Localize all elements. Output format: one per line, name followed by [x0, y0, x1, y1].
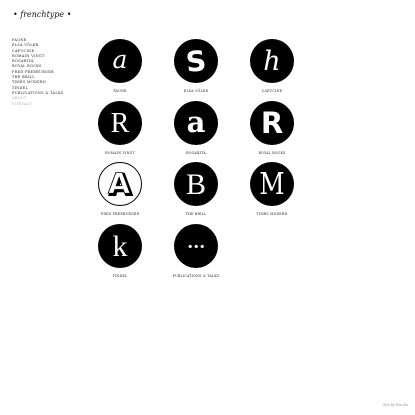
typeface-tile-faune[interactable]: a Faune: [90, 39, 150, 93]
rogarita-a-icon: a: [174, 101, 218, 145]
glyph-text: a: [113, 45, 128, 74]
typeface-caption: Romain Vingt: [105, 151, 135, 155]
typeface-caption: Rogarità: [186, 151, 206, 155]
glyph-text: R: [111, 108, 130, 139]
glyph-text: R: [261, 106, 283, 140]
royal-rocks-r-icon: R: [250, 101, 294, 145]
glyph-text: a: [187, 105, 206, 139]
typeface-tile-rogarita[interactable]: a Rogarità: [166, 101, 226, 155]
typeface-caption: Tindel: [112, 274, 128, 278]
typeface-caption: Fred Freeburger: [100, 212, 140, 216]
site-credit[interactable]: Site by Bla bla: [383, 403, 408, 407]
glyph-text: k: [113, 230, 128, 263]
tindel-k-icon: k: [98, 224, 142, 268]
glyph-text: h: [263, 46, 280, 77]
typeface-tile-the-brill[interactable]: B The Brill: [166, 162, 226, 216]
capucine-h-icon: h: [250, 39, 294, 83]
glyph-text: A: [108, 167, 131, 201]
glyph-text: •••: [187, 241, 205, 254]
ellipsis-icon: •••: [174, 224, 218, 268]
faune-a-icon: a: [98, 39, 142, 83]
typeface-tile-publications-talks[interactable]: ••• Publications & Talks: [166, 224, 226, 278]
site-logo[interactable]: • frenchtype •: [13, 10, 71, 19]
typeface-caption: Capucine: [261, 89, 283, 93]
sidebar-nav: Faune Elsa Völkr Capucine Romain Vingt R…: [12, 38, 64, 107]
typeface-tile-tindel[interactable]: k Tindel: [90, 224, 150, 278]
typeface-caption: Faune: [113, 89, 127, 93]
typeface-caption: Elsa Völkr: [183, 89, 209, 93]
fred-freeburger-a-icon: A A: [98, 162, 142, 206]
romain-vingt-r-icon: R: [98, 101, 142, 145]
typeface-caption: Royal Rocks: [258, 151, 286, 155]
the-brill-b-icon: B: [174, 162, 218, 206]
typeface-caption: Publications & Talks: [172, 274, 220, 278]
sidebar-item-contact[interactable]: Contact: [12, 102, 64, 107]
typeface-tile-royal-rocks[interactable]: R Royal Rocks: [242, 101, 302, 155]
typeface-tile-times-modern[interactable]: M Times Modern: [242, 162, 302, 216]
typeface-tile-capucine[interactable]: h Capucine: [242, 39, 302, 93]
typeface-tile-romain-vingt[interactable]: R Romain Vingt: [90, 101, 150, 155]
glyph-text: S: [184, 44, 208, 79]
typeface-tile-elsa-volkr[interactable]: S Elsa Völkr: [166, 39, 226, 93]
times-modern-m-icon: M: [250, 162, 294, 206]
glyph-text: B: [186, 168, 206, 201]
typeface-caption: Times Modern: [256, 212, 288, 216]
typeface-caption: The Brill: [185, 212, 207, 216]
glyph-text: M: [259, 168, 284, 202]
typeface-tile-fred-freeburger[interactable]: A A Fred Freeburger: [90, 162, 150, 216]
elsa-volkr-s-icon: S: [174, 39, 218, 83]
